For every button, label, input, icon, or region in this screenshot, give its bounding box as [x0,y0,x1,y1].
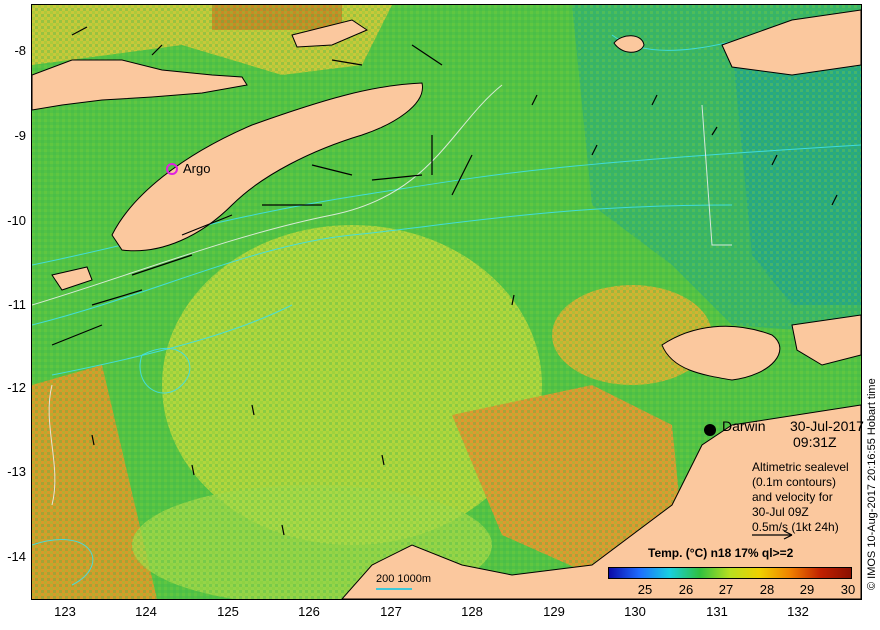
scale-bar-line [376,588,412,590]
x-tick-label: 124 [135,604,157,619]
colorbar-tick: 25 [637,582,653,597]
x-tick-label: 125 [217,604,239,619]
y-tick-label: -11 [8,297,26,312]
x-tick-label: 129 [543,604,565,619]
x-tick-label: 132 [787,604,809,619]
x-tick-label: 126 [298,604,320,619]
colorbar-tick: 26 [678,582,694,597]
credit-text: © IMOS 10-Aug-2017 20:16:55 Hobart time [866,378,878,590]
annotation-line: and velocity for [752,490,833,504]
legend-title: Temp. (°C) n18 17% ql>=2 [648,546,794,560]
x-tick-label: 130 [624,604,646,619]
sst-map[interactable] [32,5,861,599]
colorbar-tick: 28 [759,582,775,597]
x-tick-label: 128 [461,604,483,619]
darwin-label: Darwin [722,418,766,434]
colorbar-tick: 30 [840,582,856,597]
y-tick-label: -13 [7,464,26,479]
temperature-colorbar [608,567,852,579]
y-tick-label: -14 [7,549,26,564]
x-tick-label: 127 [380,604,402,619]
colorbar-tick: 29 [799,582,815,597]
x-tick-label: 131 [706,604,728,619]
map-frame[interactable] [31,4,862,600]
date-label: 30-Jul-2017 [790,418,864,434]
annotation-line: 30-Jul 09Z [752,505,809,519]
x-tick-label: 123 [54,604,76,619]
y-tick-label: -12 [7,380,26,395]
darwin-marker [704,424,716,436]
y-tick-label: -8 [14,43,26,58]
annotation-line: (0.1m contours) [752,475,837,489]
scale-bar-label: 200 1000m [376,573,432,585]
y-tick-label: -10 [7,213,26,228]
argo-label: Argo [183,161,211,176]
annotation-line: 0.5m/s (1kt 24h) [752,520,839,534]
annotation-line: Altimetric sealevel [752,460,849,474]
colorbar-tick: 27 [718,582,734,597]
y-tick-label: -9 [14,128,26,143]
time-label: 09:31Z [793,434,837,450]
